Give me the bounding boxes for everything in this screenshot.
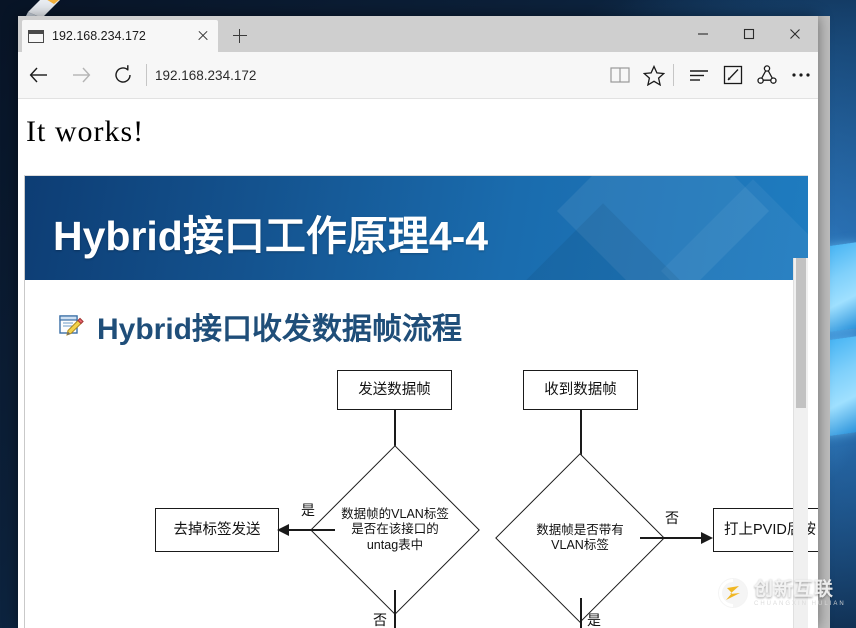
window-vertical-scrollbar[interactable] — [818, 16, 830, 628]
slide-title: Hybrid接口工作原理4-4 — [53, 213, 489, 259]
slide-banner: Hybrid接口工作原理4-4 — [25, 176, 808, 280]
flow-node-receive-label: 收到数据帧 — [544, 381, 617, 398]
maximize-button[interactable] — [726, 16, 772, 52]
new-tab-button[interactable] — [228, 24, 252, 48]
flow-node-send: 发送数据帧 — [337, 370, 452, 410]
flow-label-untag-yes: 是 — [301, 502, 315, 518]
window-controls — [680, 16, 818, 52]
arrow-right-add-pvid — [701, 532, 713, 544]
close-button[interactable] — [772, 16, 818, 52]
more-icon[interactable] — [784, 52, 818, 98]
browser-window: 192.168.234.172 192.168.234.172 It works… — [18, 16, 818, 628]
back-button[interactable] — [18, 52, 60, 98]
flow-node-strip-send-label: 去掉标签发送 — [173, 521, 261, 538]
slide-subheading-row: Hybrid接口收发数据帧流程 — [25, 280, 808, 348]
arrow-left-strip-send — [277, 524, 289, 536]
flow-node-has-vlan: 数据帧是否带有VLAN标签 — [495, 453, 665, 623]
slide-subheading: Hybrid接口收发数据帧流程 — [97, 313, 463, 346]
address-bar[interactable]: 192.168.234.172 — [155, 52, 603, 98]
tab-strip: 192.168.234.172 — [18, 16, 818, 52]
navigation-bar: 192.168.234.172 — [18, 52, 818, 99]
page-vertical-scrollbar[interactable] — [793, 258, 808, 628]
reading-view-icon[interactable] — [603, 52, 637, 98]
toolbar-separator — [673, 64, 674, 86]
address-separator — [146, 64, 147, 86]
flow-edge-untag-yes — [287, 529, 335, 531]
browser-tab[interactable]: 192.168.234.172 — [22, 20, 218, 52]
flow-edge-untag-no — [394, 590, 396, 628]
flowchart: 发送数据帧 收到数据帧 数据帧的VLAN标签是否在该接口的untag表中 数据帧… — [25, 348, 818, 628]
flow-label-vlan-yes: 是 — [587, 612, 601, 628]
share-icon[interactable] — [750, 52, 784, 98]
page-icon — [28, 29, 44, 43]
tab-close-icon[interactable] — [194, 27, 212, 45]
forward-button[interactable] — [60, 52, 102, 98]
slide-container: Hybrid接口工作原理4-4 Hybrid接口收发数据帧流程 发送数据帧 收到… — [24, 175, 818, 628]
flow-edge-vlan-no — [640, 537, 704, 539]
hub-icon[interactable] — [682, 52, 716, 98]
favorites-star-icon[interactable] — [637, 52, 671, 98]
minimize-button[interactable] — [680, 16, 726, 52]
page-content: It works! Hybrid接口工作原理4-4 Hybrid接口收发数据帧流… — [18, 99, 818, 628]
watermark-logo-icon — [718, 578, 748, 608]
address-bar-text: 192.168.234.172 — [155, 67, 257, 83]
flow-edge-vlan-yes — [580, 598, 582, 628]
tab-title: 192.168.234.172 — [52, 29, 146, 43]
flow-label-untag-no: 否 — [373, 612, 387, 628]
refresh-button[interactable] — [102, 52, 144, 98]
watermark-text-cn: 创新互联 — [754, 578, 835, 600]
flow-node-untag-check-label: 数据帧的VLAN标签是否在该接口的untag表中 — [341, 507, 449, 552]
flow-node-has-vlan-label: 数据帧是否带有VLAN标签 — [536, 522, 624, 552]
watermark: 创新互联 CHUANGXIN HULIAN — [718, 578, 846, 608]
page-scrollbar-thumb[interactable] — [796, 258, 806, 408]
flow-node-send-label: 发送数据帧 — [358, 381, 431, 398]
flow-node-receive: 收到数据帧 — [523, 370, 638, 410]
flow-node-untag-check: 数据帧的VLAN标签是否在该接口的untag表中 — [310, 445, 480, 615]
flow-label-vlan-no: 否 — [665, 510, 679, 526]
flow-node-strip-send: 去掉标签发送 — [155, 508, 279, 552]
page-heading: It works! — [26, 115, 145, 148]
web-note-icon[interactable] — [716, 52, 750, 98]
watermark-text-en: CHUANGXIN HULIAN — [754, 600, 846, 607]
document-pencil-icon — [59, 315, 84, 336]
